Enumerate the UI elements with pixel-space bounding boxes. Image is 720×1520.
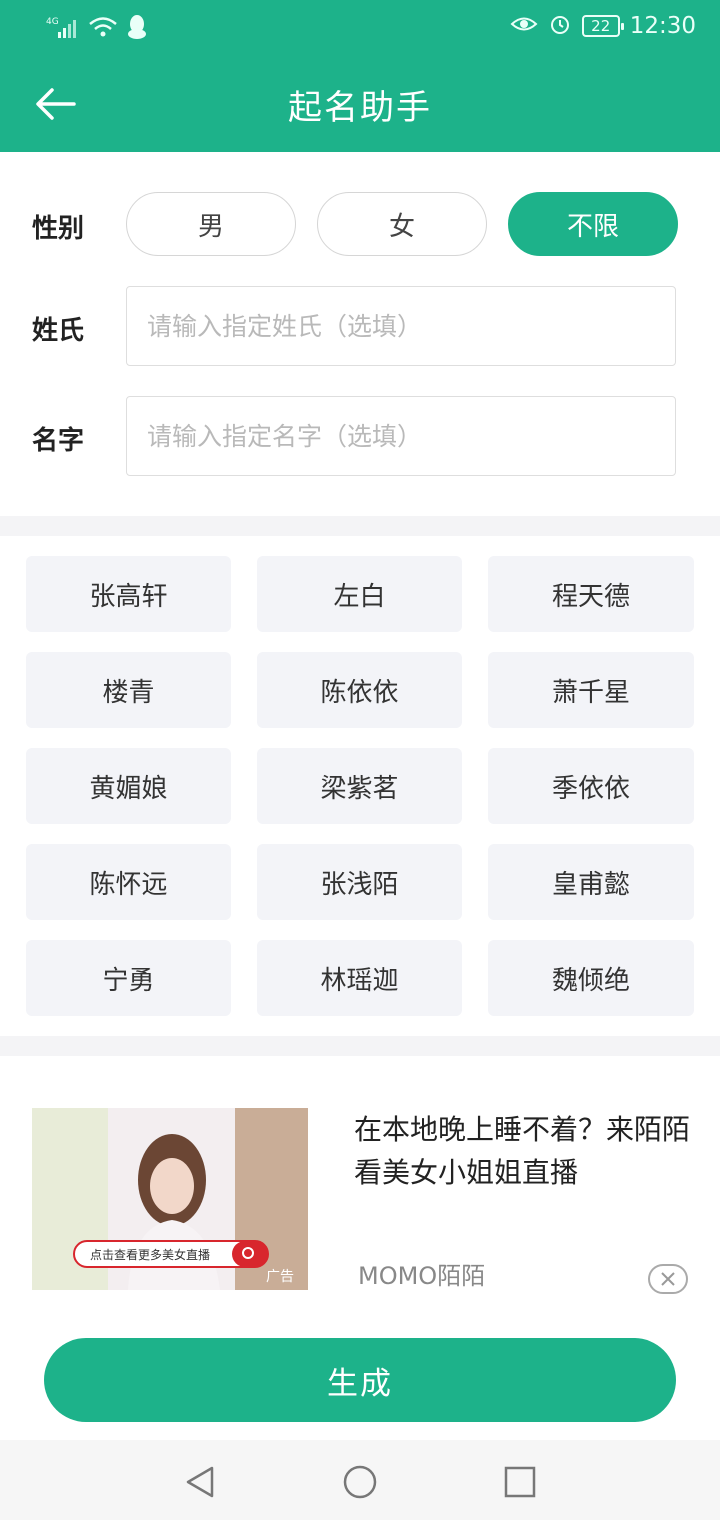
app-header: 4G 22 12:30 起名助手 (0, 0, 720, 152)
name-chip[interactable]: 张高轩 (26, 556, 231, 632)
ad-image[interactable]: 点击查看更多美女直播 广告 (32, 1108, 308, 1290)
qq-icon (126, 14, 148, 44)
gender-female-button[interactable]: 女 (317, 192, 487, 256)
square-recents-icon (504, 1466, 536, 1498)
section-divider (0, 516, 720, 536)
name-chip[interactable]: 皇甫懿 (488, 844, 694, 920)
name-chip[interactable]: 陈依依 (257, 652, 462, 728)
name-chip[interactable]: 黄媚娘 (26, 748, 231, 824)
svg-text:点击查看更多美女直播: 点击查看更多美女直播 (90, 1247, 210, 1262)
battery-indicator: 22 (581, 15, 624, 37)
nav-back-button[interactable] (180, 1462, 220, 1502)
name-chip[interactable]: 程天德 (488, 556, 694, 632)
name-chip[interactable]: 萧千星 (488, 652, 694, 728)
name-chip[interactable]: 林瑶迦 (257, 940, 462, 1016)
generate-button[interactable]: 生成 (44, 1338, 676, 1422)
gender-any-button[interactable]: 不限 (508, 192, 678, 256)
name-chip[interactable]: 陈怀远 (26, 844, 231, 920)
status-right: 22 12:30 (510, 12, 696, 40)
cellular-signal-icon: 4G (46, 14, 80, 44)
name-form: 性别 男 女 不限 姓氏 名字 (0, 152, 720, 516)
ad-source: MOMO陌陌 (358, 1262, 486, 1290)
given-name-input[interactable] (126, 396, 676, 476)
circle-home-icon (343, 1465, 377, 1499)
system-nav-bar (0, 1440, 720, 1520)
status-bar: 4G 22 12:30 (0, 0, 720, 58)
status-time: 12:30 (629, 13, 696, 39)
gender-label: 性别 (32, 214, 85, 244)
status-left: 4G (46, 14, 148, 44)
gender-male-button[interactable]: 男 (126, 192, 296, 256)
name-chip[interactable]: 左白 (257, 556, 462, 632)
name-suggestion-grid: 张高轩 左白 程天德 楼青 陈依依 萧千星 黄媚娘 梁紫茗 季依依 陈怀远 张浅… (26, 556, 694, 1016)
wifi-icon (88, 15, 118, 43)
eye-icon (510, 13, 538, 39)
name-chip[interactable]: 楼青 (26, 652, 231, 728)
alarm-icon (548, 12, 572, 40)
given-name-label: 名字 (32, 426, 85, 456)
surname-input[interactable] (126, 286, 676, 366)
nav-home-button[interactable] (340, 1462, 380, 1502)
section-divider (0, 1036, 720, 1056)
nav-recents-button[interactable] (500, 1462, 540, 1502)
svg-text:4G: 4G (46, 17, 59, 27)
triangle-back-icon (186, 1466, 214, 1498)
close-icon (661, 1272, 675, 1286)
name-chip[interactable]: 梁紫茗 (257, 748, 462, 824)
surname-label: 姓氏 (32, 316, 85, 346)
name-chip[interactable]: 宁勇 (26, 940, 231, 1016)
svg-text:广告: 广告 (266, 1269, 294, 1285)
ad-headline[interactable]: 在本地晚上睡不着？来陌陌看美女小姐姐直播 (354, 1108, 694, 1194)
ad-card: 点击查看更多美女直播 广告 在本地晚上睡不着？来陌陌看美女小姐姐直播 MOMO陌… (0, 1056, 720, 1326)
name-chip[interactable]: 魏倾绝 (488, 940, 694, 1016)
page-title: 起名助手 (288, 88, 432, 128)
name-chip[interactable]: 张浅陌 (257, 844, 462, 920)
name-chip[interactable]: 季依依 (488, 748, 694, 824)
ad-close-button[interactable] (648, 1264, 688, 1294)
